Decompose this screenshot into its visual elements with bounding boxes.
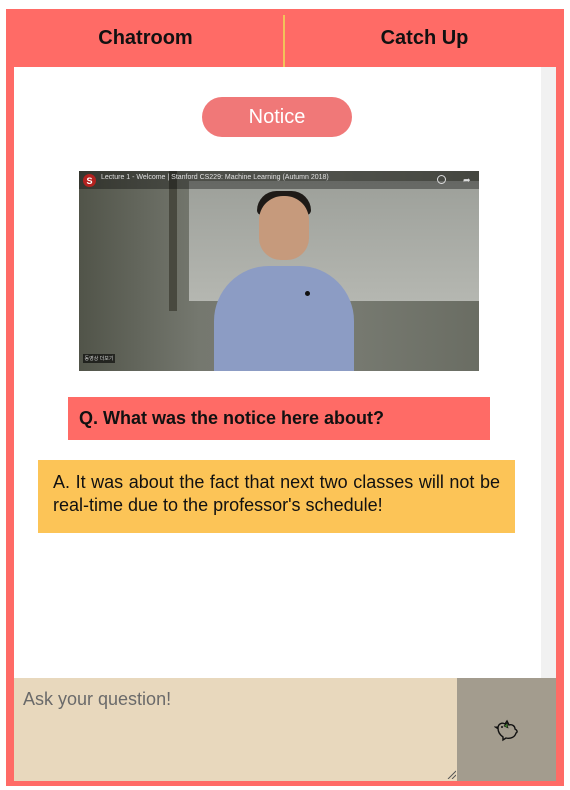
question-card: Q. What was the notice here about? [68,397,490,440]
tab-catch-up[interactable]: Catch Up [285,9,564,67]
clock-icon[interactable] [437,175,446,184]
question-input[interactable] [14,678,458,781]
send-button[interactable] [457,678,556,781]
video-title[interactable]: Lecture 1 - Welcome | Stanford CS229: Ma… [101,174,329,181]
notice-badge[interactable]: Notice [202,97,352,137]
tab-chatroom[interactable]: Chatroom [6,9,285,67]
lapel-mic [305,291,310,296]
tab-divider [283,15,285,67]
lecturer-head [259,196,309,260]
channel-logo-icon[interactable]: S [83,174,96,187]
scrollbar[interactable] [541,67,556,678]
answer-card: A. It was about the fact that next two c… [38,460,515,533]
more-videos-chip[interactable]: 동영상 더보기 [83,354,115,363]
app-frame: Chatroom Catch Up Notice S Lecture 1 - W… [6,9,564,786]
video-thumbnail[interactable]: S Lecture 1 - Welcome | Stanford CS229: … [79,171,479,371]
bird-icon [493,719,518,741]
lecturer-body [214,266,354,371]
tab-bar: Chatroom Catch Up [6,9,564,67]
wall-pole [169,171,177,311]
share-icon[interactable]: ➦ [463,175,471,186]
chat-panel: Notice S Lecture 1 - Welcome | Stanford … [14,67,556,678]
